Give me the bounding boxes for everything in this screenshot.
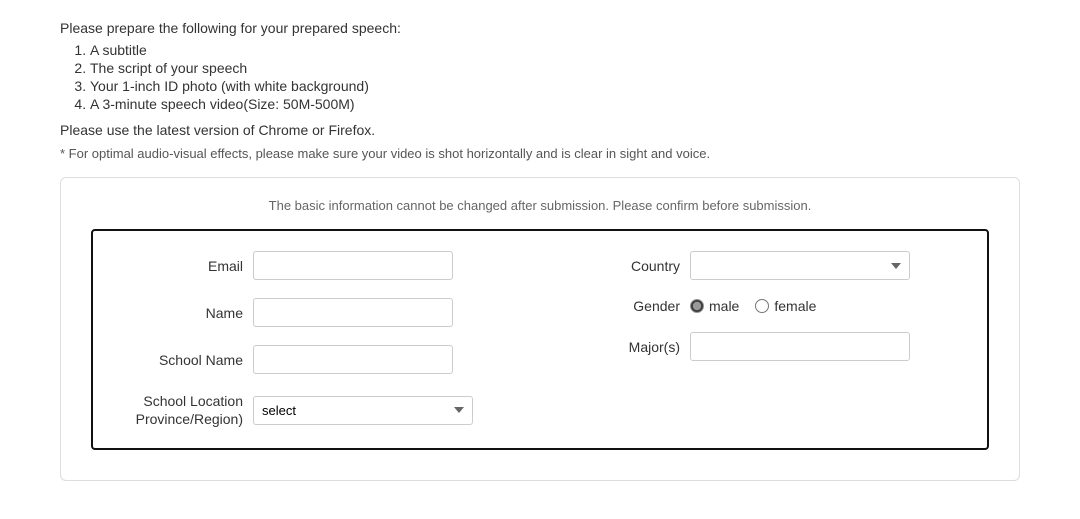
name-input[interactable] — [253, 298, 453, 327]
name-label: Name — [123, 305, 243, 321]
school-name-input[interactable] — [253, 345, 453, 374]
school-name-row: School Name — [123, 345, 520, 374]
gender-row: Gender male female — [560, 298, 957, 314]
majors-input[interactable] — [690, 332, 910, 361]
gender-female-label: female — [774, 298, 816, 314]
gender-male-label: male — [709, 298, 739, 314]
instructions-section: Please prepare the following for your pr… — [60, 20, 1020, 161]
right-column: Country Gender male — [540, 251, 957, 428]
list-item-2: The script of your speech — [90, 60, 1020, 76]
av-note: * For optimal audio-visual effects, plea… — [60, 146, 1020, 161]
list-item-3: Your 1-inch ID photo (with white backgro… — [90, 78, 1020, 94]
form-card: The basic information cannot be changed … — [60, 177, 1020, 481]
majors-row: Major(s) — [560, 332, 957, 361]
email-label: Email — [123, 258, 243, 274]
gender-male-radio[interactable] — [690, 299, 704, 313]
country-select[interactable] — [690, 251, 910, 280]
form-inner: Email Name School Name — [91, 229, 989, 450]
list-item-1: A subtitle — [90, 42, 1020, 58]
form-columns: Email Name School Name — [123, 251, 957, 428]
left-column: Email Name School Name — [123, 251, 540, 428]
gender-female-option[interactable]: female — [755, 298, 816, 314]
prepare-list: A subtitle The script of your speech You… — [90, 42, 1020, 112]
list-item-4: A 3-minute speech video(Size: 50M-500M) — [90, 96, 1020, 112]
majors-label: Major(s) — [560, 339, 680, 355]
gender-label: Gender — [560, 298, 680, 314]
name-row: Name — [123, 298, 520, 327]
school-name-label: School Name — [123, 352, 243, 368]
gender-female-radio[interactable] — [755, 299, 769, 313]
prepare-text: Please prepare the following for your pr… — [60, 20, 1020, 36]
email-input[interactable] — [253, 251, 453, 280]
email-row: Email — [123, 251, 520, 280]
gender-group: male female — [690, 298, 816, 314]
country-label: Country — [560, 258, 680, 274]
school-location-row: School LocationProvince/Region) select — [123, 392, 520, 428]
country-row: Country — [560, 251, 957, 280]
chrome-note: Please use the latest version of Chrome … — [60, 122, 1020, 138]
school-location-select[interactable]: select — [253, 396, 473, 425]
gender-male-option[interactable]: male — [690, 298, 739, 314]
school-location-label: School LocationProvince/Region) — [123, 392, 243, 428]
form-notice: The basic information cannot be changed … — [91, 198, 989, 213]
